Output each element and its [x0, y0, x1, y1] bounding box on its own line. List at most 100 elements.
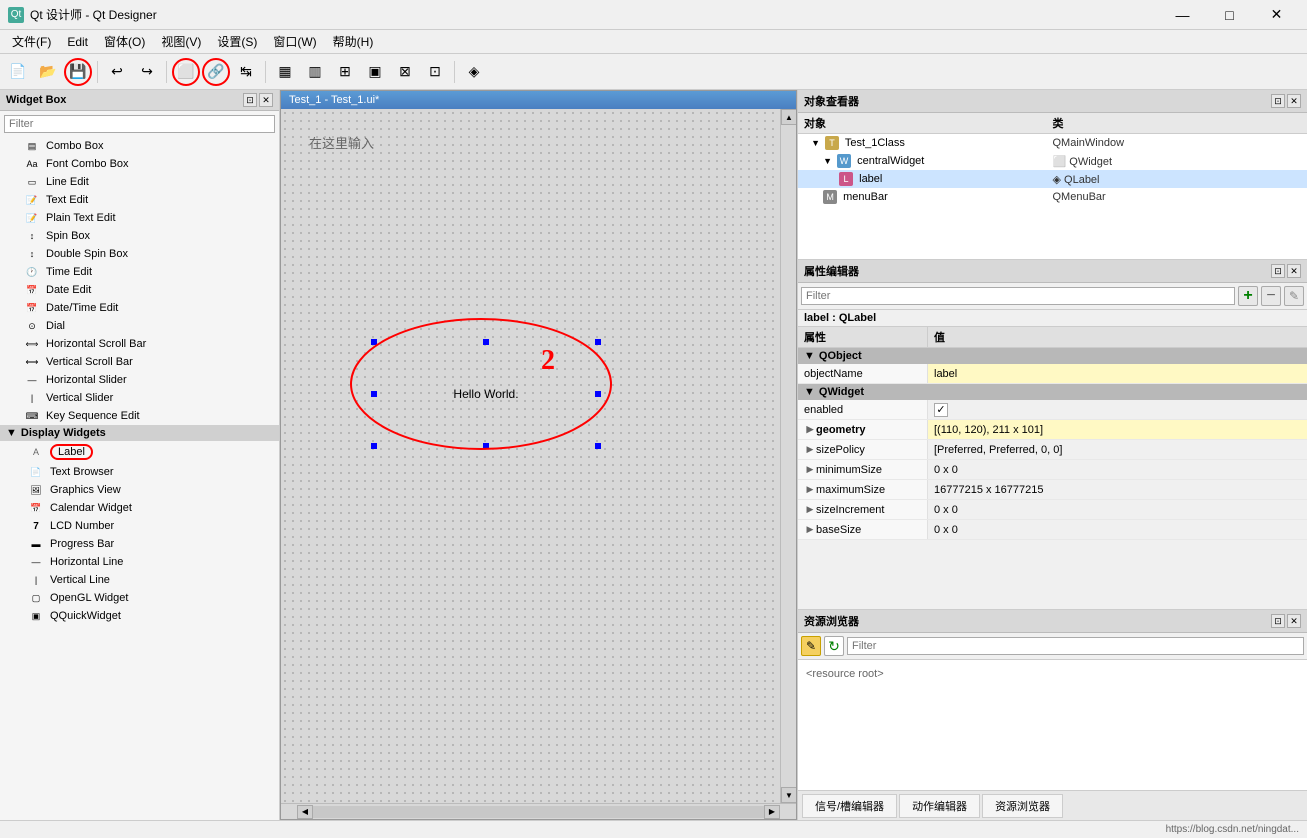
prop-row-enabled[interactable]: enabled ✓	[798, 400, 1307, 420]
prop-row-objectname[interactable]: objectName label	[798, 364, 1307, 384]
toolbar-layout-h-btn[interactable]: ▦	[271, 58, 299, 86]
property-add-btn[interactable]: +	[1238, 286, 1258, 306]
close-button[interactable]: ✕	[1254, 0, 1299, 30]
prop-row-minimumsize[interactable]: ▶ minimumSize 0 x 0	[798, 460, 1307, 480]
tab-resource-browser[interactable]: 资源浏览器	[982, 794, 1063, 818]
toolbar-adjust-size-btn[interactable]: ⊡	[421, 58, 449, 86]
toolbar-signal-slot-btn[interactable]: 🔗	[202, 58, 230, 86]
toolbar-layout-grid-btn[interactable]: ⊞	[331, 58, 359, 86]
menu-edit[interactable]: Edit	[59, 31, 96, 53]
property-filter-input[interactable]	[801, 287, 1235, 305]
resource-edit-btn[interactable]: ✎	[801, 636, 821, 656]
tree-row-test1class[interactable]: ▼ T Test_1Class QMainWindow	[798, 134, 1307, 152]
menu-view[interactable]: 视图(V)	[153, 31, 209, 53]
prop-value-sizeincrement[interactable]: 0 x 0	[928, 500, 1307, 519]
prop-row-basesize[interactable]: ▶ baseSize 0 x 0	[798, 520, 1307, 540]
widget-item-textbrowser[interactable]: 📄 Text Browser	[0, 463, 279, 481]
property-editor-detach-btn[interactable]: ⊡	[1271, 264, 1285, 278]
menu-file[interactable]: 文件(F)	[4, 31, 59, 53]
resource-refresh-btn[interactable]: ↻	[824, 636, 844, 656]
prop-value-maximumsize[interactable]: 16777215 x 16777215	[928, 480, 1307, 499]
resource-browser-detach-btn[interactable]: ⊡	[1271, 614, 1285, 628]
basesize-expand-icon[interactable]: ▶	[804, 524, 816, 535]
sizeincrement-expand-icon[interactable]: ▶	[804, 504, 816, 515]
resource-filter-input[interactable]	[847, 637, 1304, 655]
enabled-checkbox[interactable]: ✓	[934, 403, 948, 417]
toolbar-save-btn[interactable]: 💾	[64, 58, 92, 86]
widget-box-detach-btn[interactable]: ⊡	[243, 93, 257, 107]
prop-value-geometry[interactable]: [(110, 120), 211 x 101]	[928, 420, 1307, 439]
sizepolicy-expand-icon[interactable]: ▶	[804, 444, 816, 455]
minimize-button[interactable]: —	[1160, 0, 1205, 30]
canvas-scrollbar-v[interactable]: ▲ ▼	[780, 109, 796, 803]
widget-item-datetimeedit[interactable]: 📅 Date/Time Edit	[0, 299, 279, 317]
widget-item-textedit[interactable]: 📝 Text Edit	[0, 191, 279, 209]
toolbar-redo-btn[interactable]: ↪	[133, 58, 161, 86]
property-editor-close-btn[interactable]: ✕	[1287, 264, 1301, 278]
maximumsize-expand-icon[interactable]: ▶	[804, 484, 816, 495]
object-inspector-detach-btn[interactable]: ⊡	[1271, 94, 1285, 108]
widget-item-hline[interactable]: — Horizontal Line	[0, 553, 279, 571]
widget-item-calendarwidget[interactable]: 📅 Calendar Widget	[0, 499, 279, 517]
prop-row-geometry[interactable]: ▶ geometry [(110, 120), 211 x 101]	[798, 420, 1307, 440]
widget-item-vslider[interactable]: | Vertical Slider	[0, 389, 279, 407]
label-widget-container[interactable]: Hello World.	[371, 339, 601, 449]
category-display-widgets[interactable]: ▼ Display Widgets	[0, 425, 279, 441]
widget-box-filter[interactable]	[4, 115, 275, 133]
widget-item-combobox[interactable]: ▤ Combo Box	[0, 137, 279, 155]
prop-value-minimumsize[interactable]: 0 x 0	[928, 460, 1307, 479]
toolbar-preview-btn[interactable]: ◈	[460, 58, 488, 86]
widget-item-plaintextedit[interactable]: 📝 Plain Text Edit	[0, 209, 279, 227]
widget-item-progressbar[interactable]: ▬ Progress Bar	[0, 535, 279, 553]
widget-item-graphicsview[interactable]: 🖼 Graphics View	[0, 481, 279, 499]
property-remove-btn[interactable]: −	[1261, 286, 1281, 306]
tree-row-label[interactable]: L label ◈ QLabel	[798, 170, 1307, 188]
prop-row-sizepolicy[interactable]: ▶ sizePolicy [Preferred, Preferred, 0, 0…	[798, 440, 1307, 460]
toolbar-layout-form-btn[interactable]: ▣	[361, 58, 389, 86]
prop-value-sizepolicy[interactable]: [Preferred, Preferred, 0, 0]	[928, 440, 1307, 459]
toolbar-layout-v-btn[interactable]: ▥	[301, 58, 329, 86]
widget-item-dateedit[interactable]: 📅 Date Edit	[0, 281, 279, 299]
canvas-content[interactable]: 在这里输入 Hel	[281, 109, 780, 803]
widget-item-timeedit[interactable]: 🕐 Time Edit	[0, 263, 279, 281]
menu-window[interactable]: 窗口(W)	[265, 31, 324, 53]
resource-browser-close-btn[interactable]: ✕	[1287, 614, 1301, 628]
toolbar-new-btn[interactable]: 📄	[4, 58, 32, 86]
prop-value-objectname[interactable]: label	[928, 364, 1307, 383]
widget-item-qquickwidget[interactable]: ▣ QQuickWidget	[0, 607, 279, 625]
geometry-expand-icon[interactable]: ▶	[804, 424, 816, 435]
menu-form[interactable]: 窗体(O)	[96, 31, 153, 53]
tree-row-menubar[interactable]: M menuBar QMenuBar	[798, 188, 1307, 206]
widget-item-spinbox[interactable]: ↕ Spin Box	[0, 227, 279, 245]
tree-row-centralwidget[interactable]: ▼ W centralWidget ⬜ QWidget	[798, 152, 1307, 170]
toolbar-break-layout-btn[interactable]: ⊠	[391, 58, 419, 86]
widget-item-keyseqedit[interactable]: ⌨ Key Sequence Edit	[0, 407, 279, 425]
widget-item-fontcombobox[interactable]: Aa Font Combo Box	[0, 155, 279, 173]
widget-item-hslider[interactable]: — Horizontal Slider	[0, 371, 279, 389]
widget-item-hscrollbar[interactable]: ⟺ Horizontal Scroll Bar	[0, 335, 279, 353]
widget-item-vline[interactable]: | Vertical Line	[0, 571, 279, 589]
property-edit-btn[interactable]: ✎	[1284, 286, 1304, 306]
tab-signal-slot-editor[interactable]: 信号/槽编辑器	[802, 794, 897, 818]
prop-value-basesize[interactable]: 0 x 0	[928, 520, 1307, 539]
widget-item-lcdnumber[interactable]: 7 LCD Number	[0, 517, 279, 535]
widget-item-label[interactable]: A Label	[0, 441, 279, 463]
resource-root-item[interactable]: <resource root>	[802, 664, 1303, 684]
toolbar-edit-widgets-btn[interactable]: ⬜	[172, 58, 200, 86]
scroll-up-btn[interactable]: ▲	[781, 109, 796, 125]
tab-action-editor[interactable]: 动作编辑器	[899, 794, 980, 818]
menu-help[interactable]: 帮助(H)	[325, 31, 382, 53]
toolbar-undo-btn[interactable]: ↩	[103, 58, 131, 86]
menu-settings[interactable]: 设置(S)	[209, 31, 265, 53]
prop-row-sizeincrement[interactable]: ▶ sizeIncrement 0 x 0	[798, 500, 1307, 520]
widget-box-close-btn[interactable]: ✕	[259, 93, 273, 107]
scroll-down-btn[interactable]: ▼	[781, 787, 796, 803]
canvas-scrollbar-h[interactable]: ◀ ▶	[281, 803, 796, 819]
object-inspector-close-btn[interactable]: ✕	[1287, 94, 1301, 108]
scroll-right-btn[interactable]: ▶	[764, 805, 780, 819]
prop-value-enabled[interactable]: ✓	[928, 400, 1307, 419]
minimumsize-expand-icon[interactable]: ▶	[804, 464, 816, 475]
widget-item-doublespinbox[interactable]: ↕ Double Spin Box	[0, 245, 279, 263]
scroll-left-btn[interactable]: ◀	[297, 805, 313, 819]
widget-item-dial[interactable]: ⊙ Dial	[0, 317, 279, 335]
